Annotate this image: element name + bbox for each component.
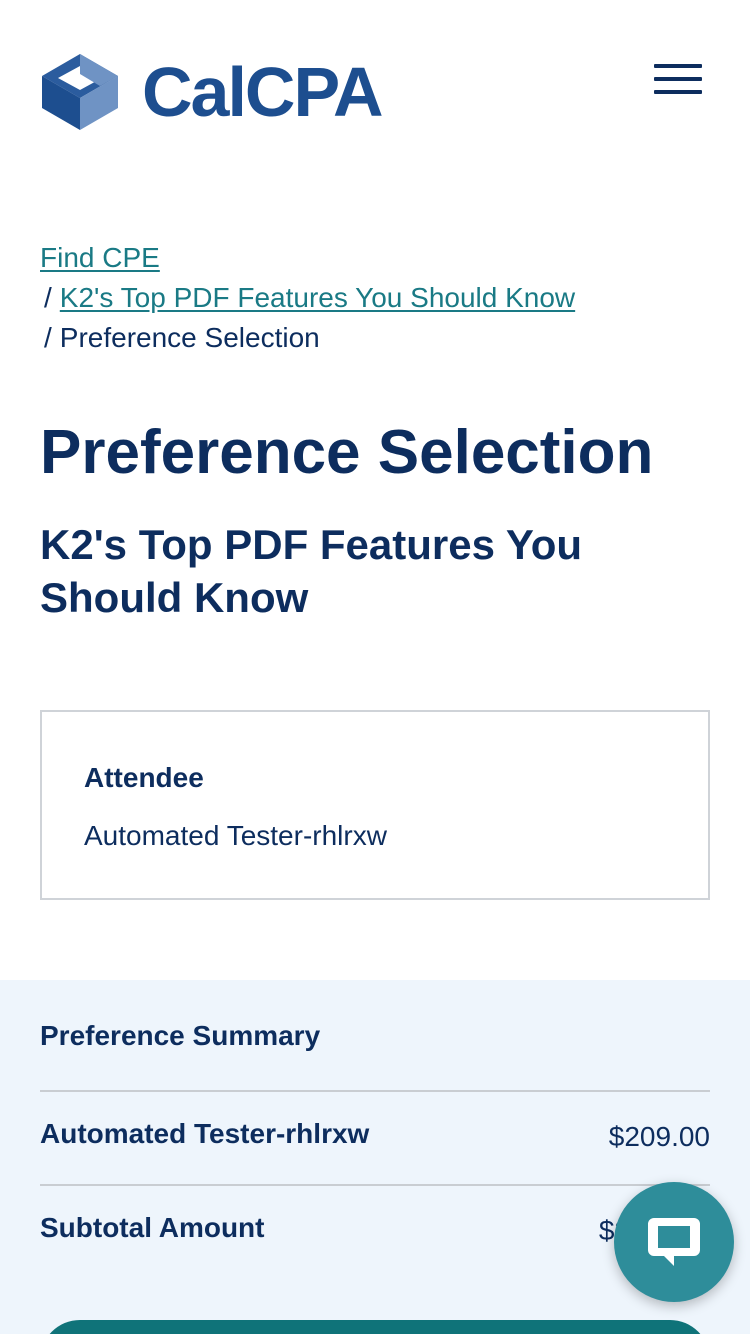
attendee-label: Attendee <box>84 762 204 793</box>
hamburger-menu-icon[interactable] <box>654 60 704 98</box>
course-title: K2's Top PDF Features You Should Know <box>40 521 583 621</box>
summary-divider <box>40 1184 710 1186</box>
logo-cube-icon <box>42 54 118 130</box>
breadcrumb-current: Preference Selection <box>59 322 320 353</box>
breadcrumb-link-find-cpe[interactable]: Find CPE <box>40 242 160 273</box>
continue-button[interactable] <box>40 1320 710 1334</box>
breadcrumb-separator: / <box>44 322 52 353</box>
summary-row-value: $209.00 <box>608 1121 710 1152</box>
summary-divider <box>40 1090 710 1092</box>
calcpa-logo[interactable]: CalCPA <box>40 52 384 132</box>
breadcrumb-separator: / <box>44 282 52 313</box>
attendee-name: Automated Tester-rhlrxw <box>84 820 387 851</box>
breadcrumb-link-course[interactable]: K2's Top PDF Features You Should Know <box>60 282 575 313</box>
summary-row-label: Automated Tester-rhlrxw <box>40 1118 370 1149</box>
attendee-card: Attendee Automated Tester-rhlrxw <box>40 710 710 900</box>
page-title: Preference Selection <box>40 418 654 487</box>
chat-bubble-icon <box>648 1218 700 1266</box>
chat-button[interactable] <box>614 1182 734 1302</box>
logo-text: CalCPA <box>142 53 384 131</box>
subtotal-label: Subtotal Amount <box>40 1212 265 1243</box>
summary-title: Preference Summary <box>40 1020 321 1051</box>
breadcrumb: Find CPE / K2's Top PDF Features You Shou… <box>40 238 710 358</box>
site-header: CalCPA <box>0 0 750 180</box>
